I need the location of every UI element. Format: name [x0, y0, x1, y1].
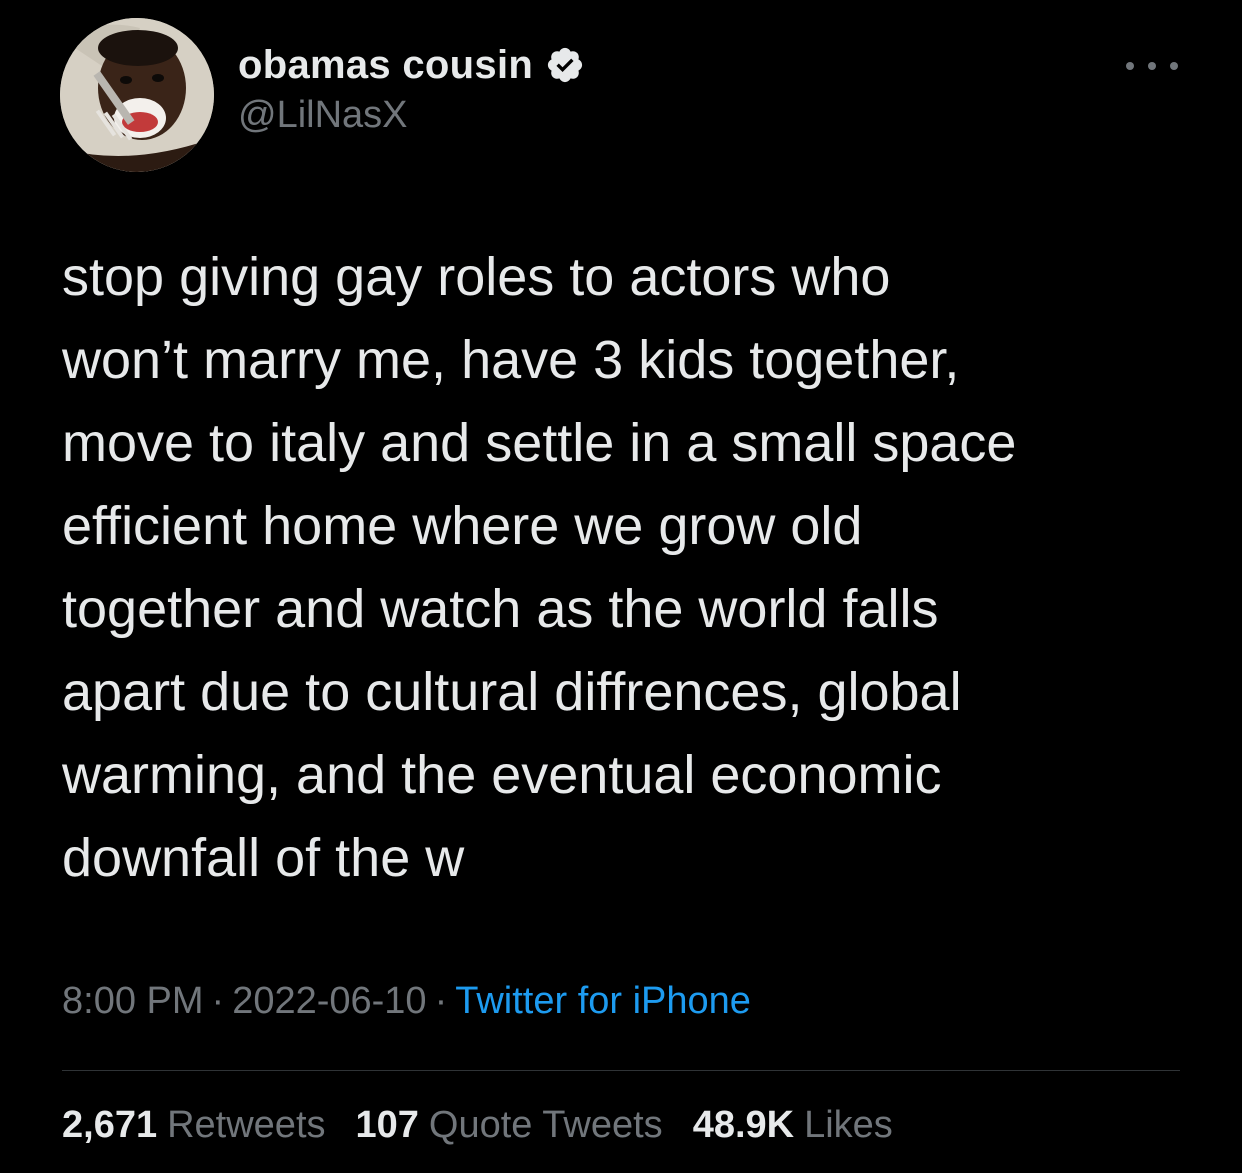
tweet-card: obamas cousin @LilNasX stop giving gay r…	[0, 0, 1242, 1173]
handle[interactable]: @LilNasX	[238, 94, 585, 137]
quote-tweets-stat[interactable]: 107 Quote Tweets	[356, 1104, 663, 1147]
tweet-text-line: together and watch as the world falls	[62, 579, 939, 639]
name-row: obamas cousin	[238, 40, 585, 90]
tweet-text-line: efficient home where we grow old	[62, 496, 863, 556]
quote-tweets-label: Quote Tweets	[428, 1104, 663, 1146]
verified-badge-icon	[545, 45, 585, 85]
tweet-text-line: warming, and the eventual economic	[62, 745, 942, 805]
avatar[interactable]	[60, 18, 214, 172]
more-options-icon[interactable]	[1126, 56, 1178, 76]
more-dot	[1170, 62, 1178, 70]
author-block[interactable]: obamas cousin @LilNasX	[238, 40, 585, 137]
engagement-stats: 2,671 Retweets 107 Quote Tweets 48.9K Likes	[62, 1104, 923, 1147]
likes-count: 48.9K	[692, 1104, 795, 1146]
likes-stat[interactable]: 48.9K Likes	[693, 1104, 893, 1147]
tweet-date[interactable]: 2022-06-10	[232, 980, 426, 1022]
tweet-text-line: stop giving gay roles to actors who	[62, 247, 891, 307]
tweet-time[interactable]: 8:00 PM	[62, 980, 204, 1022]
meta-separator: ·	[211, 980, 225, 1022]
tweet-meta: 8:00 PM · 2022-06-10 · Twitter for iPhone	[62, 980, 751, 1023]
tweet-text-line: apart due to cultural diffrences, global	[62, 662, 962, 722]
more-dot	[1148, 62, 1156, 70]
tweet-text: stop giving gay roles to actors who won’…	[62, 236, 1192, 900]
tweet-text-line: won’t marry me, have 3 kids together,	[62, 330, 960, 390]
avatar-image	[60, 18, 214, 172]
display-name[interactable]: obamas cousin	[238, 43, 533, 88]
more-dot	[1126, 62, 1134, 70]
divider	[62, 1070, 1180, 1071]
retweets-count: 2,671	[62, 1104, 158, 1146]
tweet-text-line: move to italy and settle in a small spac…	[62, 413, 1017, 473]
retweets-stat[interactable]: 2,671 Retweets	[62, 1104, 326, 1147]
tweet-text-line: downfall of the w	[62, 828, 465, 888]
likes-label: Likes	[804, 1104, 893, 1146]
meta-separator: ·	[434, 980, 448, 1022]
retweets-label: Retweets	[167, 1104, 326, 1146]
tweet-source-link[interactable]: Twitter for iPhone	[455, 980, 751, 1022]
quote-tweets-count: 107	[355, 1104, 419, 1146]
